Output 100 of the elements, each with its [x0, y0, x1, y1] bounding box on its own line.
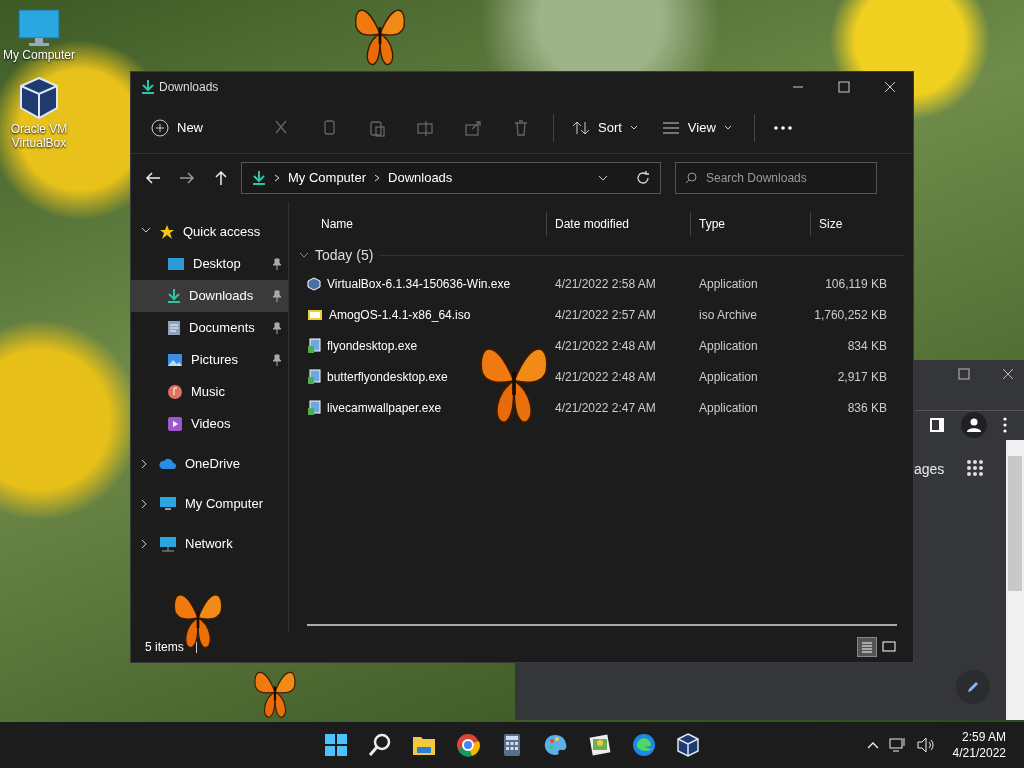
volume-icon	[916, 737, 935, 753]
search-taskbar-button[interactable]	[368, 733, 392, 757]
date-cell-text: 4/21/2022 2:47 AM	[554, 399, 657, 417]
nav-item[interactable]: Pictures	[131, 344, 288, 376]
monitor-icon	[17, 8, 61, 48]
file-name[interactable]: VirtualBox-6.1.34-150636-Win.exe	[327, 274, 511, 293]
search-field[interactable]: Search Downloads	[675, 162, 877, 194]
disc-image-icon	[307, 308, 323, 321]
clock-date[interactable]: 4/21/2022	[952, 745, 1006, 761]
app-window-icon	[307, 337, 321, 354]
file-name[interactable]: AmogOS-1.4.1-x86_64.iso	[329, 305, 471, 324]
back-arrow-icon	[145, 170, 161, 186]
size-cell-text: 2,917 KB	[836, 368, 887, 386]
nav-item[interactable]: Videos	[131, 408, 288, 440]
search-icon	[685, 172, 697, 184]
chevron-right-icon	[374, 174, 381, 182]
file-name[interactable]: flyondesktop.exe	[327, 336, 418, 355]
app-window-icon	[307, 368, 321, 385]
cube-icon	[17, 74, 61, 122]
photos-taskbar-button[interactable]	[588, 733, 612, 757]
column-header[interactable]: Type	[691, 212, 811, 236]
start-taskbar-button[interactable]	[324, 733, 348, 757]
lines-icon	[661, 120, 680, 135]
plus-circle-icon	[151, 118, 169, 137]
monitor-icon	[159, 496, 177, 512]
type-cell-text: Application	[698, 337, 759, 355]
column-header[interactable]: Name	[291, 212, 547, 236]
nav-item[interactable]: Music	[131, 376, 288, 408]
chevron-right-icon	[274, 174, 280, 182]
file-name[interactable]: livecamwallpaper.exe	[327, 398, 442, 417]
app-window-icon	[307, 399, 321, 416]
pin-icon	[272, 354, 282, 366]
star-icon	[159, 224, 175, 240]
refresh-icon	[636, 171, 650, 185]
column-header[interactable]: Date modified	[547, 212, 691, 236]
nav-item[interactable]: Quick access	[131, 216, 288, 248]
size-cell-text: 106,119 KB	[824, 275, 887, 293]
date-cell-text: 4/21/2022 2:48 AM	[554, 337, 657, 355]
more-icon	[1003, 417, 1007, 433]
chevron-up-icon	[866, 741, 879, 749]
palette-icon	[544, 733, 568, 757]
breadcrumb[interactable]: Downloads	[388, 168, 453, 188]
chrome-taskbar-button[interactable]	[456, 733, 480, 757]
breadcrumb[interactable]: My Computer	[288, 168, 367, 188]
cube-icon	[307, 276, 321, 291]
network-icon	[888, 737, 907, 753]
view-button[interactable]: View	[649, 111, 744, 144]
document-icon	[167, 320, 181, 336]
nav-item[interactable]: OneDrive	[131, 448, 288, 480]
cloud-icon	[159, 458, 177, 470]
paste-icon	[368, 118, 386, 137]
clock-time[interactable]: 2:59 AM	[961, 729, 1006, 745]
size-cell-text: 1,760,252 KB	[813, 306, 887, 324]
tiles-view-icon	[881, 639, 897, 655]
address-bar[interactable]: My Computer Downloads	[241, 162, 661, 194]
size-cell-text: 836 KB	[846, 399, 887, 417]
nav-item[interactable]: Desktop	[131, 248, 288, 280]
nav-item[interactable]: Downloads	[131, 280, 288, 312]
details-view-button[interactable]	[857, 637, 877, 657]
size-cell-text: 834 KB	[846, 337, 887, 355]
nav-item[interactable]: Network	[131, 528, 288, 560]
maximize-icon	[838, 81, 850, 93]
search-icon	[368, 733, 392, 757]
new-button[interactable]: New	[143, 111, 211, 144]
picture-icon	[167, 353, 183, 367]
window-title: Downloads	[159, 79, 219, 96]
sort-icon	[572, 119, 590, 136]
download-icon	[141, 79, 155, 95]
group-header[interactable]: Today (5)	[315, 244, 374, 266]
more-icon	[773, 125, 792, 130]
cube-icon	[676, 733, 700, 757]
date-cell-text: 4/21/2022 2:57 AM	[554, 306, 657, 324]
music-icon	[167, 384, 183, 400]
person-icon	[967, 418, 981, 432]
chevron-down-icon	[629, 124, 638, 131]
nav-item[interactable]: My Computer	[131, 488, 288, 520]
download-icon	[252, 170, 266, 186]
file-name[interactable]: butterflyondesktop.exe	[327, 367, 448, 386]
download-icon	[167, 288, 181, 304]
rename-icon	[416, 118, 434, 137]
forward-arrow-icon	[179, 170, 195, 186]
nav-item[interactable]: Documents	[131, 312, 288, 344]
network-icon	[159, 536, 177, 552]
cube-taskbar-button[interactable]	[676, 733, 700, 757]
desktop-icon-label[interactable]: My Computer	[3, 48, 75, 62]
close-icon	[1002, 368, 1014, 380]
column-header[interactable]: Size	[811, 212, 887, 236]
chevron-down-icon	[299, 252, 309, 258]
sort-button[interactable]: Sort	[564, 111, 646, 144]
close-icon	[884, 81, 896, 93]
up-arrow-icon	[213, 170, 229, 186]
details-view-icon	[859, 639, 875, 655]
delete-icon	[512, 118, 530, 137]
type-cell-text: Application	[698, 399, 759, 417]
desktop-folder-icon	[167, 257, 185, 271]
video-icon	[167, 416, 183, 432]
edge-taskbar-button[interactable]	[632, 733, 656, 757]
palette-taskbar-button[interactable]	[544, 733, 568, 757]
images-link[interactable]: ages	[914, 459, 945, 480]
sidebar-icon	[929, 417, 945, 433]
